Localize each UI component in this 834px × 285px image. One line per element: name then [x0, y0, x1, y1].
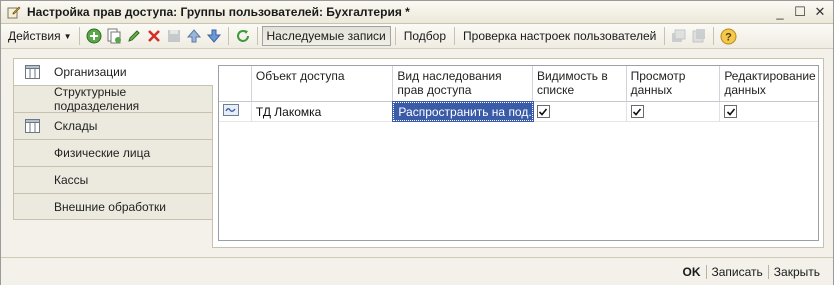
- toolbar-separator: [78, 27, 80, 45]
- view-checkbox[interactable]: [630, 105, 644, 118]
- window-controls: _ ☐ ✕: [771, 4, 829, 20]
- column-header-view[interactable]: Просмотр данных: [627, 66, 721, 101]
- checkmark-icon: [633, 107, 642, 116]
- table-icon: [24, 118, 40, 134]
- toolbar-separator: [713, 27, 715, 45]
- tab-external-processing[interactable]: Внешние обработки: [13, 193, 213, 220]
- copy-icon[interactable]: [104, 27, 123, 46]
- visibility-cell[interactable]: [533, 102, 627, 121]
- access-object-cell[interactable]: ТД Лакомка: [252, 102, 394, 121]
- window-title: Настройка прав доступа: Группы пользоват…: [27, 5, 410, 19]
- tab-label: Организации: [54, 65, 127, 79]
- tab-organizations[interactable]: Организации: [13, 58, 214, 85]
- toolbar: Действия ▼ Наследуемые записи Подбор Про…: [1, 24, 833, 49]
- dropdown-arrow-icon: ▼: [63, 31, 72, 41]
- actions-menu[interactable]: Действия ▼: [5, 26, 75, 46]
- record-icon: [223, 104, 239, 119]
- tab-label: Кассы: [54, 173, 89, 187]
- column-header-marker[interactable]: [219, 66, 252, 101]
- ok-button[interactable]: OK: [678, 263, 706, 281]
- paste-settings-icon[interactable]: [690, 27, 709, 46]
- column-header-inheritance[interactable]: Вид наследования прав доступа иерархичес…: [393, 66, 533, 101]
- footer-buttons: OK Записать Закрыть: [678, 263, 826, 281]
- save-disk-icon[interactable]: [164, 27, 183, 46]
- access-rights-table[interactable]: Объект доступа Вид наследования прав дос…: [218, 65, 819, 241]
- toolbar-separator: [256, 27, 258, 45]
- content-area: Организации Структурные подразделения Ск…: [1, 50, 833, 256]
- app-pencil-icon: [6, 4, 22, 20]
- tab-warehouses[interactable]: Склады: [13, 112, 213, 139]
- close-button[interactable]: Закрыть: [769, 263, 825, 281]
- checkmark-icon: [539, 107, 548, 116]
- column-header-edit[interactable]: Редактирование данных: [720, 66, 818, 101]
- checkmark-icon: [726, 107, 735, 116]
- inheritance-cell[interactable]: Распространить на под...: [392, 101, 534, 122]
- footer: OK Записать Закрыть: [1, 257, 833, 285]
- tab-label: Внешние обработки: [54, 199, 166, 214]
- refresh-icon[interactable]: [233, 27, 252, 46]
- column-header-visibility[interactable]: Видимость в списке: [533, 66, 627, 101]
- edit-checkbox[interactable]: [724, 105, 738, 118]
- tab-label: Склады: [54, 119, 98, 133]
- visibility-checkbox[interactable]: [536, 105, 550, 118]
- tab-label: Структурные подразделения: [54, 85, 140, 113]
- title-bar: Настройка прав доступа: Группы пользоват…: [1, 1, 833, 24]
- move-up-icon[interactable]: [184, 27, 203, 46]
- tab-label: Физические лица: [54, 146, 151, 160]
- row-marker-cell[interactable]: [219, 102, 252, 121]
- table-header: Объект доступа Вид наследования прав дос…: [219, 66, 818, 102]
- close-window-button[interactable]: ✕: [811, 4, 829, 20]
- table-icon: [24, 64, 40, 80]
- column-header-access-object[interactable]: Объект доступа: [252, 66, 394, 101]
- actions-menu-label: Действия: [8, 29, 61, 43]
- delete-icon[interactable]: [144, 27, 163, 46]
- edit-cell[interactable]: [720, 102, 818, 121]
- maximize-button[interactable]: ☐: [791, 4, 809, 20]
- tab-cash-desks[interactable]: Кассы: [13, 166, 213, 193]
- vertical-tabs: Организации Структурные подразделения Ск…: [13, 58, 214, 220]
- view-cell[interactable]: [627, 102, 721, 121]
- toolbar-separator: [227, 27, 229, 45]
- check-user-settings-button[interactable]: Проверка настроек пользователей: [459, 26, 660, 46]
- toolbar-separator: [664, 27, 666, 45]
- window: Настройка прав доступа: Группы пользоват…: [0, 0, 834, 285]
- move-down-icon[interactable]: [204, 27, 223, 46]
- add-icon[interactable]: [84, 27, 103, 46]
- save-button[interactable]: Записать: [707, 263, 768, 281]
- minimize-button[interactable]: _: [771, 4, 789, 20]
- selection-button[interactable]: Подбор: [400, 26, 450, 46]
- help-glyph: ?: [725, 31, 732, 43]
- table-row[interactable]: ТД Лакомка Распространить на под...: [219, 101, 818, 122]
- edit-pencil-icon[interactable]: [124, 27, 143, 46]
- tab-panel: Объект доступа Вид наследования прав дос…: [212, 58, 824, 248]
- tab-structural-units[interactable]: Структурные подразделения: [13, 85, 213, 113]
- tab-individuals[interactable]: Физические лица: [13, 139, 213, 166]
- toolbar-separator: [454, 27, 456, 45]
- inherited-records-button[interactable]: Наследуемые записи: [261, 26, 391, 46]
- toolbar-separator: [394, 27, 396, 45]
- help-icon[interactable]: ?: [719, 27, 738, 46]
- copy-settings-icon[interactable]: [670, 27, 689, 46]
